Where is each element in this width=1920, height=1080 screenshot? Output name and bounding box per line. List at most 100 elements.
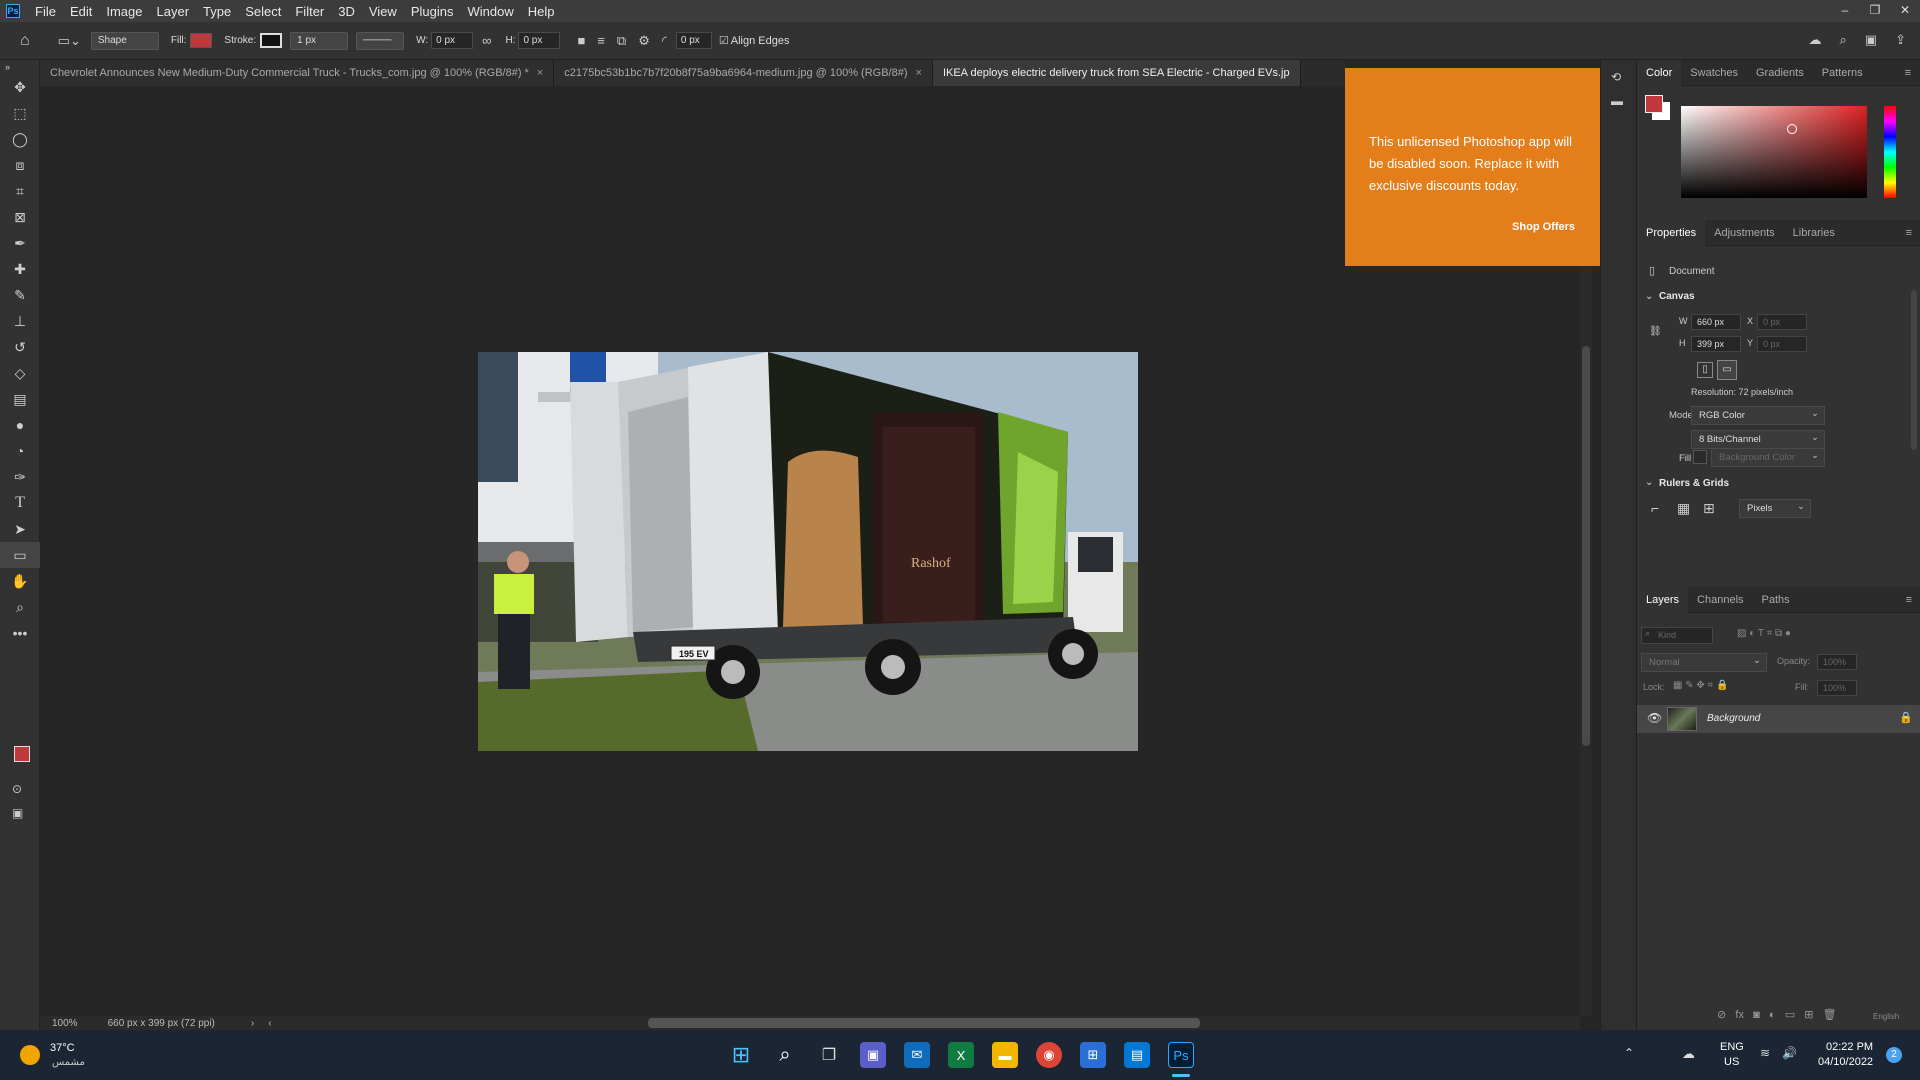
align-edges-checkbox[interactable]: ☑	[719, 34, 729, 47]
layer-actions-bar[interactable]: ⊘ fx ◙ ◐ ▭ ⊞ 🗑	[1717, 1008, 1837, 1021]
comments-panel-icon[interactable]: ▬	[1611, 94, 1623, 108]
canvas-section-title[interactable]: Canvas	[1659, 291, 1695, 302]
pen-tool-icon[interactable]: ✑	[0, 464, 40, 490]
fill-swatch[interactable]	[190, 33, 213, 48]
document-tab[interactable]: Chevrolet Announces New Medium-Duty Comm…	[40, 60, 555, 86]
mail-icon[interactable]: ✉	[904, 1042, 930, 1068]
tab-patterns[interactable]: Patterns	[1813, 60, 1872, 86]
share-icon[interactable]: ⇪	[1895, 32, 1906, 48]
excel-icon[interactable]: X	[948, 1042, 974, 1068]
landscape-orientation-icon[interactable]: ▭	[1717, 360, 1737, 380]
blur-tool-icon[interactable]: ●	[0, 412, 40, 438]
search-icon[interactable]: ⌕	[772, 1042, 798, 1068]
windows-start-icon[interactable]: ⊞	[728, 1042, 754, 1068]
tab-channels[interactable]: Channels	[1688, 587, 1752, 613]
tool-mode-select[interactable]: Shape	[90, 31, 159, 50]
blend-mode-select[interactable]: Normal	[1641, 652, 1767, 672]
scroll-left-icon[interactable]: ‹	[268, 1018, 271, 1029]
filter-type-icons[interactable]: ▨ ◐ T ⌗ ⧉ ●	[1737, 628, 1791, 639]
menu-plugins[interactable]: Plugins	[404, 4, 461, 19]
color-picker-cursor[interactable]	[1787, 124, 1797, 134]
volume-icon[interactable]: 🔊	[1782, 1046, 1797, 1060]
hand-tool-icon[interactable]: ✋	[0, 568, 40, 594]
marquee-tool-icon[interactable]: ⬚	[0, 100, 40, 126]
grid-icon[interactable]: ▦	[1677, 500, 1690, 517]
move-tool-icon[interactable]: ✥	[0, 74, 40, 100]
canvas-height-input[interactable]: 399 px	[1691, 336, 1741, 352]
home-icon[interactable]: ⌂	[20, 32, 30, 50]
color-fg-swatch[interactable]	[1645, 95, 1663, 113]
gear-icon[interactable]: ⚙	[638, 33, 650, 49]
menu-filter[interactable]: Filter	[288, 4, 331, 19]
tab-color[interactable]: Color	[1637, 59, 1682, 86]
width-input[interactable]: 0 px	[431, 32, 474, 49]
stroke-swatch[interactable]	[260, 33, 283, 48]
photoshop-logo-icon[interactable]: Ps	[6, 4, 20, 18]
weather-temp[interactable]: 37°C	[50, 1042, 75, 1054]
minimize-icon[interactable]: –	[1830, 0, 1860, 22]
color-picker-field[interactable]	[1681, 106, 1867, 198]
path-selection-tool-icon[interactable]: ➤	[0, 516, 40, 542]
menu-layer[interactable]: Layer	[150, 4, 197, 19]
canvas-width-input[interactable]: 660 px	[1691, 314, 1741, 330]
properties-scrollbar[interactable]	[1911, 290, 1917, 450]
zoom-tool-icon[interactable]: ⌕	[0, 594, 40, 620]
zoom-level[interactable]: 100%	[52, 1018, 78, 1029]
wifi-icon[interactable]: ≋	[1760, 1046, 1770, 1060]
object-selection-tool-icon[interactable]: ⧈	[0, 152, 40, 178]
menu-file[interactable]: File	[28, 4, 63, 19]
notification-badge[interactable]: 2	[1886, 1047, 1902, 1063]
tab-libraries[interactable]: Libraries	[1784, 220, 1844, 246]
panel-menu-icon[interactable]: ≡	[1896, 60, 1920, 86]
document-tab[interactable]: c2175bc53b1bc7b7f20b8f75a9ba6964-medium.…	[554, 60, 933, 86]
menu-image[interactable]: Image	[99, 4, 149, 19]
guides-icon[interactable]: ⊞	[1703, 500, 1715, 517]
clock-time[interactable]: 02:22 PM	[1826, 1041, 1873, 1053]
fill-select[interactable]: Background Color	[1711, 447, 1825, 467]
type-tool-icon[interactable]: T	[0, 490, 40, 516]
document-tab-active[interactable]: IKEA deploys electric delivery truck fro…	[932, 60, 1301, 86]
chevron-right-icon[interactable]: ›	[251, 1018, 254, 1029]
workspace-icon[interactable]: ▣	[1865, 32, 1877, 48]
history-brush-tool-icon[interactable]: ↺	[0, 334, 40, 360]
document-image[interactable]: Rashof 195 EV	[478, 352, 1138, 751]
close-icon[interactable]: ✕	[1890, 0, 1920, 22]
stroke-type-select[interactable]: ────	[356, 31, 405, 50]
shop-offers-link[interactable]: Shop Offers	[1512, 216, 1575, 238]
portrait-orientation-icon[interactable]: ▯	[1697, 362, 1713, 378]
path-operations-icon[interactable]: ■	[577, 33, 585, 48]
panel-menu-icon[interactable]: ≡	[1897, 220, 1920, 246]
teams-chat-icon[interactable]: ▣	[860, 1042, 886, 1068]
units-select[interactable]: Pixels	[1739, 498, 1811, 518]
quick-mask-icon[interactable]: ⊙	[12, 782, 22, 796]
onedrive-icon[interactable]: ☁	[1682, 1046, 1695, 1062]
rectangle-tool-icon[interactable]: ▭	[0, 542, 40, 568]
store-icon[interactable]: ⊞	[1080, 1042, 1106, 1068]
horizontal-scroll-thumb[interactable]	[648, 1018, 1200, 1028]
path-alignment-icon[interactable]: ≡	[597, 33, 605, 48]
tab-swatches[interactable]: Swatches	[1681, 60, 1747, 86]
eyedropper-tool-icon[interactable]: ✒	[0, 230, 40, 256]
photoshop-taskbar-icon[interactable]: Ps	[1168, 1042, 1194, 1068]
weather-condition[interactable]: مشمس	[52, 1057, 85, 1068]
rulers-grids-title[interactable]: Rulers & Grids	[1659, 478, 1729, 489]
chevron-down-icon[interactable]: ⌄	[1645, 477, 1653, 488]
crop-tool-icon[interactable]: ⌗	[0, 178, 40, 204]
ruler-icon[interactable]: ⌐	[1651, 500, 1659, 516]
close-tab-icon[interactable]: ×	[537, 67, 543, 79]
layer-filter-kind[interactable]: Kind	[1641, 627, 1713, 644]
layer-name[interactable]: Background	[1707, 713, 1760, 724]
task-view-icon[interactable]: ❐	[816, 1042, 842, 1068]
path-arrangement-icon[interactable]: ⧉	[617, 33, 626, 49]
app-icon[interactable]: ▤	[1124, 1042, 1150, 1068]
weather-sun-icon[interactable]	[20, 1045, 40, 1065]
shape-tool-preset-icon[interactable]: ▭⌄	[58, 33, 81, 49]
tab-paths[interactable]: Paths	[1753, 587, 1799, 613]
file-explorer-icon[interactable]: ▬	[992, 1042, 1018, 1068]
healing-brush-tool-icon[interactable]: ✚	[0, 256, 40, 282]
menu-select[interactable]: Select	[238, 4, 288, 19]
chevron-up-icon[interactable]: ⌃	[1624, 1046, 1634, 1060]
restore-icon[interactable]: ❐	[1860, 0, 1890, 22]
height-input[interactable]: 0 px	[518, 32, 561, 49]
corner-radius-input[interactable]: 0 px	[675, 32, 712, 49]
